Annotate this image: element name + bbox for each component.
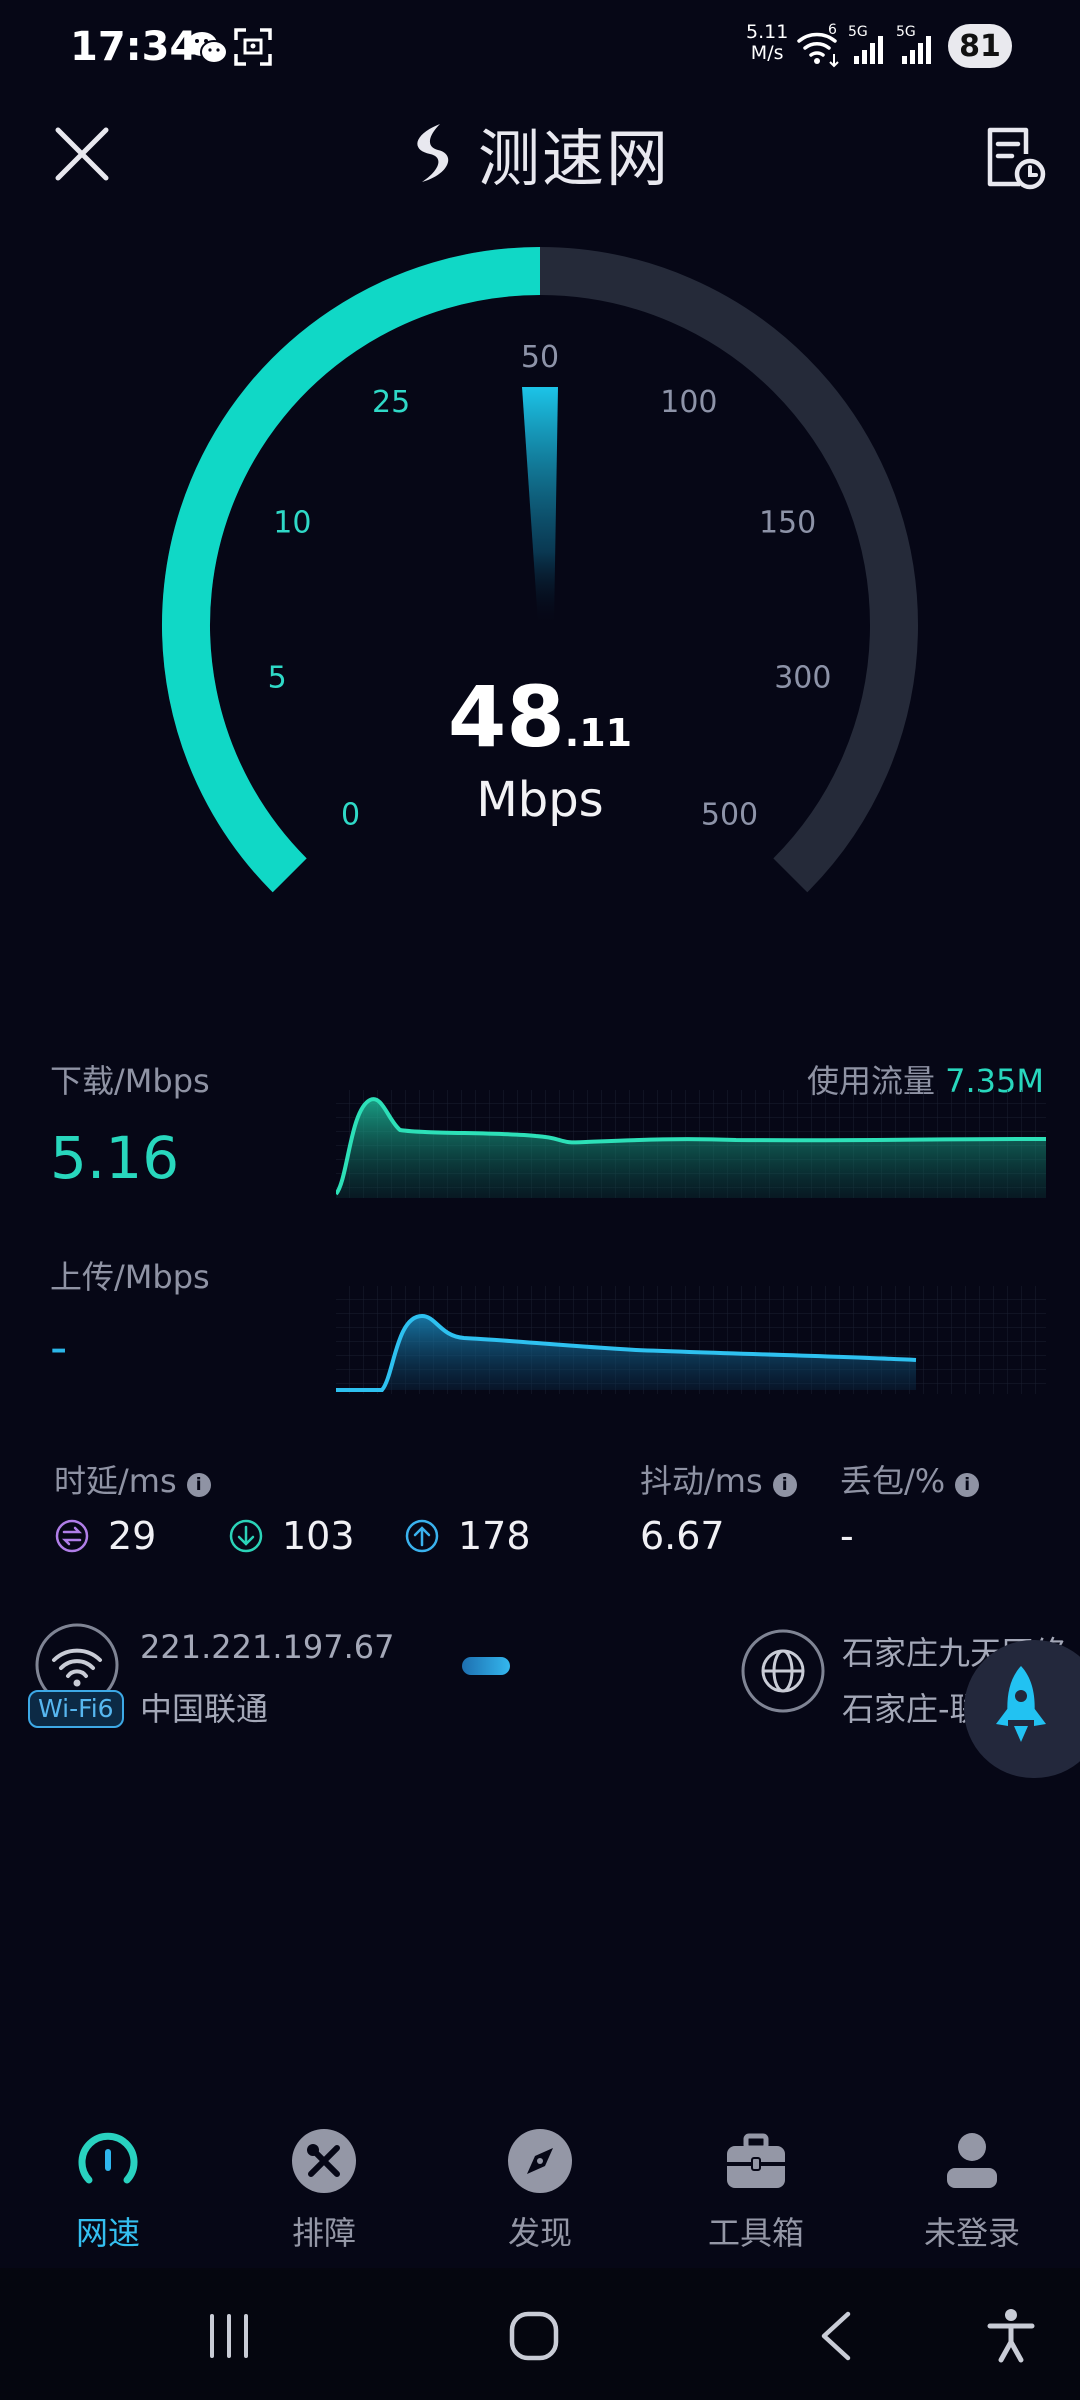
nav-item-speed[interactable]: 网速 xyxy=(28,2128,188,2254)
network-speed-value: 5.11 xyxy=(746,21,789,43)
user-icon xyxy=(947,2133,997,2188)
tools-icon xyxy=(292,2129,356,2193)
info-icon[interactable]: i xyxy=(955,1473,980,1497)
gauge-tick-label: 150 xyxy=(759,505,816,540)
wifi6-badge: Wi-Fi6 xyxy=(28,1690,124,1728)
system-navigation-bar xyxy=(0,2268,1080,2400)
rocket-icon xyxy=(996,1666,1046,1742)
speed-gauge: 05102550100150300500 xyxy=(162,247,918,893)
globe-icon[interactable] xyxy=(740,1628,826,1714)
client-ip: 221.221.197.67 xyxy=(140,1628,395,1666)
toolbox-icon xyxy=(727,2133,785,2188)
gauge-needle xyxy=(522,387,558,623)
signal-bars-1-icon xyxy=(854,36,883,64)
speed-decimal: .11 xyxy=(564,711,633,755)
recent-apps-icon[interactable] xyxy=(204,2312,254,2360)
nav-item-login[interactable]: 未登录 xyxy=(892,2128,1052,2254)
latency-label-text: 时延/ms xyxy=(54,1462,177,1500)
compass-icon xyxy=(508,2129,572,2193)
download-chart xyxy=(336,1090,1046,1198)
latency-download-value: 103 xyxy=(282,1514,355,1558)
nav-label: 网速 xyxy=(75,2214,140,2252)
network-speed-unit: M/s xyxy=(750,42,784,64)
jitter-label-text: 抖动/ms xyxy=(640,1462,763,1500)
upload-latency-icon xyxy=(405,1519,439,1553)
nav-label: 发现 xyxy=(507,2214,572,2252)
gauge-tick-label: 100 xyxy=(660,385,717,420)
download-label: 下载/Mbps xyxy=(50,1062,210,1100)
home-icon[interactable] xyxy=(508,2310,560,2362)
battery-indicator: 81 xyxy=(948,24,1012,68)
gauge-tick-label: 50 xyxy=(521,340,559,375)
logo-text: 测速网 xyxy=(478,122,671,195)
upload-label: 上传/Mbps xyxy=(50,1258,210,1296)
latency-download: 103 xyxy=(228,1514,355,1558)
nav-item-diagnose[interactable]: 排障 xyxy=(244,2128,404,2254)
jitter-value: 6.67 xyxy=(640,1514,725,1558)
packet-loss-label-text: 丢包/% xyxy=(840,1462,946,1500)
speed-unit: Mbps xyxy=(476,772,604,828)
idle-latency-icon xyxy=(55,1519,89,1553)
app-logo: 测速网 xyxy=(400,118,670,195)
latency-upload-value: 178 xyxy=(458,1514,531,1558)
gauge-tick-label: 25 xyxy=(372,385,410,420)
speed-gauge-icon xyxy=(78,2132,138,2184)
download-latency-icon xyxy=(229,1519,263,1553)
nav-label: 未登录 xyxy=(923,2214,1020,2252)
latency-idle: 29 xyxy=(54,1514,156,1558)
logo-icon xyxy=(417,124,449,182)
packet-loss-label: 丢包/% i xyxy=(840,1456,980,1502)
client-isp: 中国联通 xyxy=(140,1690,269,1728)
info-icon[interactable]: i xyxy=(772,1473,797,1497)
nav-label: 工具箱 xyxy=(707,2214,804,2252)
upload-chart xyxy=(336,1286,1046,1394)
nav-item-toolbox[interactable]: 工具箱 xyxy=(676,2128,836,2254)
download-value: 5.16 xyxy=(50,1124,180,1192)
close-icon[interactable] xyxy=(52,124,112,184)
scan-icon xyxy=(234,28,272,66)
back-icon[interactable] xyxy=(818,2310,854,2362)
latency-label: 时延/ms i xyxy=(54,1456,211,1502)
gauge-tick-label: 10 xyxy=(273,505,311,540)
history-icon[interactable] xyxy=(980,124,1048,192)
upload-value: - xyxy=(50,1320,68,1376)
network-speed-indicator: 5.11 M/s xyxy=(746,22,788,64)
nav-label: 排障 xyxy=(291,2214,356,2252)
jitter-label: 抖动/ms i xyxy=(640,1456,797,1502)
wechat-icon xyxy=(187,32,228,64)
wifi-generation-label: 6 xyxy=(828,22,837,38)
accessibility-icon[interactable] xyxy=(986,2308,1036,2364)
speed-readout: 48.11 xyxy=(0,668,1080,766)
speed-integer: 48 xyxy=(447,668,565,766)
nav-item-discover[interactable]: 发现 xyxy=(460,2128,620,2254)
status-time: 17:34 xyxy=(70,24,198,70)
signal-bars-2-icon xyxy=(902,36,931,64)
connection-progress-indicator xyxy=(462,1657,510,1675)
info-icon[interactable]: i xyxy=(186,1473,211,1497)
latency-idle-value: 29 xyxy=(108,1514,157,1558)
latency-upload: 178 xyxy=(404,1514,531,1558)
packet-loss-value: - xyxy=(840,1514,854,1558)
